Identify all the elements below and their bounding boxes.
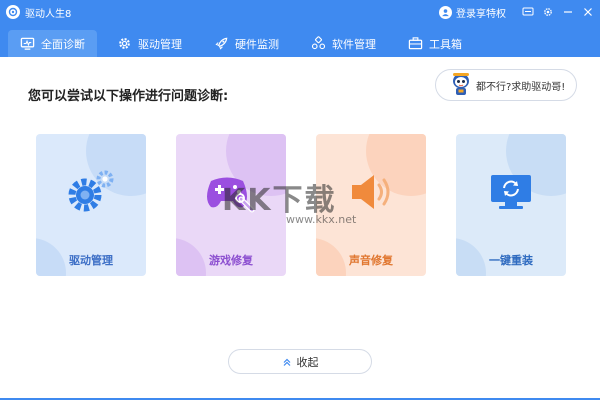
apps-icon: [311, 36, 326, 50]
card-game-repair[interactable]: 游戏修复: [176, 134, 286, 276]
main-panel: 您可以尝试以下操作进行问题诊断: 都不行?求助驱动哥! 驱动管理 游戏修复 声音…: [0, 57, 600, 400]
gamepad-wrench-icon: [207, 177, 255, 213]
monitor-refresh-icon: [491, 175, 531, 209]
close-icon[interactable]: [580, 4, 596, 20]
gear-icon: [119, 38, 130, 49]
card-label: 声音修复: [349, 254, 393, 267]
gears-icon: [68, 170, 114, 212]
app-logo-icon: [6, 5, 20, 19]
ask-driver-guy-label: 都不行?求助驱动哥!: [476, 81, 566, 93]
speaker-icon: [352, 175, 390, 209]
tab-label: 驱动管理: [138, 37, 182, 51]
card-driver-management[interactable]: 驱动管理: [36, 134, 146, 276]
collapse-button[interactable]: 收起: [228, 349, 372, 374]
minimize-icon[interactable]: [560, 4, 576, 20]
login-link[interactable]: 登录享特权: [456, 5, 506, 20]
mascot-avatar-icon: [453, 73, 469, 95]
card-one-click-reinstall[interactable]: 一键重装: [456, 134, 566, 276]
tab-label: 全面诊断: [41, 37, 85, 51]
tab-label: 硬件监测: [235, 37, 279, 51]
tab-driver-management[interactable]: 驱动管理: [105, 30, 194, 57]
collapse-label: 收起: [296, 355, 319, 369]
card-label: 一键重装: [489, 254, 533, 267]
tab-full-diagnosis[interactable]: 全面诊断: [8, 30, 97, 57]
monitor-icon: [20, 37, 35, 50]
rocket-icon: [215, 37, 228, 50]
card-label: 游戏修复: [209, 254, 253, 267]
title-bar: 驱动人生8 登录享特权: [0, 0, 600, 24]
tab-toolbox[interactable]: 工具箱: [396, 30, 474, 57]
user-avatar-icon[interactable]: [439, 5, 452, 19]
card-label: 驱动管理: [69, 254, 113, 267]
tab-software-management[interactable]: 软件管理: [299, 30, 388, 57]
app-title: 驱动人生8: [25, 8, 72, 20]
settings-gear-icon[interactable]: [540, 4, 556, 20]
card-sound-repair[interactable]: 声音修复: [316, 134, 426, 276]
chevron-up-icon: [283, 358, 290, 366]
tab-bar: 全面诊断 驱动管理 硬件监测 软件管理 工具箱: [0, 24, 600, 57]
tab-label: 工具箱: [429, 37, 462, 51]
tab-hardware-monitor[interactable]: 硬件监测: [202, 30, 291, 57]
message-icon[interactable]: [520, 4, 536, 20]
tab-label: 软件管理: [332, 37, 376, 51]
ask-driver-guy-button[interactable]: 都不行?求助驱动哥!: [435, 69, 577, 101]
diagnosis-prompt: 您可以尝试以下操作进行问题诊断:: [28, 89, 229, 104]
toolbox-icon: [408, 37, 423, 50]
